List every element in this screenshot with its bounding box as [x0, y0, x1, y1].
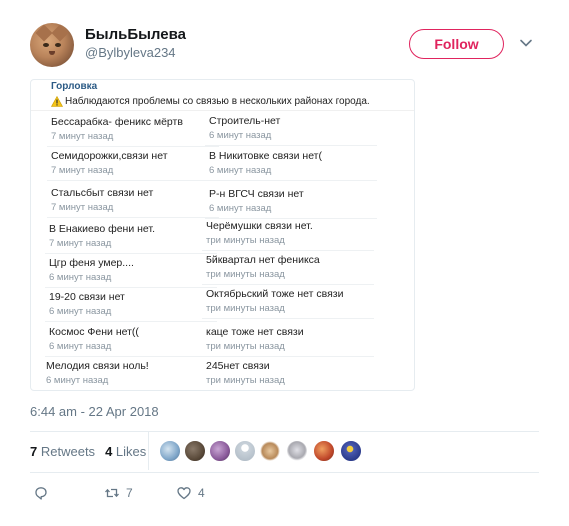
message-text: Стальсбыт связи нет [51, 187, 154, 199]
message-item: Цгр феня умер.... 6 минут назад [45, 257, 217, 288]
heart-icon [177, 487, 191, 500]
retweet-button[interactable]: 7 [104, 485, 133, 501]
likes-stat[interactable]: 4 Likes [105, 444, 146, 459]
message-item: 245нет связи три минуты назад [206, 360, 374, 386]
message-item: Стальсбыт связи нет 7 минут назад [47, 187, 219, 218]
message-text: В Никитовке связи нет( [209, 150, 322, 162]
user-handle[interactable]: @Bylbyleva234 [85, 45, 176, 60]
retweets-count: 7 [30, 444, 38, 459]
message-time: три минуты назад [206, 303, 285, 314]
liker-avatar[interactable] [340, 440, 362, 462]
message-item: 5йквартал нет феникса три минуты назад [202, 254, 374, 285]
message-time: три минуты назад [206, 375, 285, 386]
message-time: 7 минут назад [51, 202, 114, 213]
message-text: В Енакиево фени нет. [49, 223, 155, 235]
divider [30, 472, 539, 473]
message-time: 7 минут назад [51, 165, 114, 176]
message-item: Бессарабка- феникс мёртв 7 минут назад [47, 116, 219, 147]
message-time: 6 минут назад [209, 203, 272, 214]
tweet-image[interactable]: Горловка Наблюдаются проблемы со связью … [30, 79, 415, 391]
image-header: Горловка [51, 81, 98, 92]
warning-text: Наблюдаются проблемы со связью в несколь… [65, 96, 370, 107]
message-text: Космос Фени нет(( [49, 326, 139, 338]
message-item: Р-н ВГСЧ связи нет 6 минут назад [205, 188, 377, 219]
message-item: В Енакиево фени нет. 7 минут назад [45, 223, 217, 254]
retweet-icon [105, 488, 119, 498]
message-text: 245нет связи [206, 360, 270, 372]
message-time: 6 минут назад [46, 375, 109, 386]
reply-icon [35, 487, 47, 500]
chevron-down-icon[interactable] [519, 36, 533, 50]
message-text: 19-20 связи нет [49, 291, 125, 303]
liker-avatar[interactable] [209, 440, 231, 462]
message-text: Р-н ВГСЧ связи нет [209, 188, 304, 200]
message-text: Бессарабка- феникс мёртв [51, 116, 183, 128]
message-text: 5йквартал нет феникса [206, 254, 320, 266]
likes-label: Likes [115, 444, 147, 459]
message-item: Строитель-нет 6 минут назад [205, 115, 377, 146]
retweet-count: 7 [126, 486, 133, 500]
liker-avatar[interactable] [286, 440, 308, 462]
message-time: 6 минут назад [49, 341, 112, 352]
liker-avatar[interactable] [259, 440, 281, 462]
message-text: каце тоже нет связи [206, 326, 304, 338]
retweets-stat[interactable]: 7 Retweets [30, 444, 95, 459]
like-button[interactable]: 4 [176, 485, 205, 501]
display-name[interactable]: БыльБылева [85, 26, 186, 43]
liker-avatar[interactable] [159, 440, 181, 462]
tweet-stats: 7 Retweets 4 Likes [30, 444, 146, 459]
follow-button[interactable]: Follow [409, 29, 504, 59]
like-count: 4 [198, 486, 205, 500]
message-item: Космос Фени нет(( 6 минут назад [45, 326, 217, 357]
message-text: Октябрьский тоже нет связи [206, 288, 344, 300]
message-time: 6 минут назад [49, 306, 112, 317]
message-time: три минуты назад [206, 269, 285, 280]
message-text: Цгр феня умер.... [49, 257, 134, 269]
message-time: 6 минут назад [209, 165, 272, 176]
message-item: В Никитовке связи нет( 6 минут назад [205, 150, 377, 181]
avatar[interactable] [30, 23, 74, 67]
message-item: Мелодия связи ноль! 6 минут назад [46, 360, 214, 386]
tweet-timestamp[interactable]: 6:44 am - 22 Apr 2018 [30, 404, 159, 419]
image-warning: Наблюдаются проблемы со связью в несколь… [51, 96, 370, 107]
message-text: Мелодия связи ноль! [46, 360, 149, 372]
liker-avatar[interactable] [184, 440, 206, 462]
retweets-label: Retweets [40, 444, 96, 459]
message-text: Строитель-нет [209, 115, 281, 127]
message-time: три минуты назад [206, 235, 285, 246]
likes-count: 4 [105, 444, 113, 459]
reply-button[interactable] [33, 485, 49, 501]
liker-avatar[interactable] [313, 440, 335, 462]
message-item: 19-20 связи нет 6 минут назад [45, 291, 217, 322]
message-item: Черёмушки связи нет. три минуты назад [202, 220, 374, 251]
divider [148, 432, 149, 470]
message-time: 7 минут назад [51, 131, 114, 142]
message-item: Октябрьский тоже нет связи три минуты на… [202, 288, 374, 319]
message-text: Черёмушки связи нет. [206, 220, 313, 232]
message-text: Семидорожки,связи нет [51, 150, 168, 162]
warning-icon [51, 96, 63, 107]
message-item: Семидорожки,связи нет 7 минут назад [47, 150, 219, 181]
message-time: 6 минут назад [209, 130, 272, 141]
message-time: 6 минут назад [49, 272, 112, 283]
message-time: 7 минут назад [49, 238, 112, 249]
divider [30, 431, 539, 432]
liker-avatar[interactable] [234, 440, 256, 462]
message-item: каце тоже нет связи три минуты назад [202, 326, 374, 357]
divider [31, 110, 414, 111]
message-time: три минуты назад [206, 341, 285, 352]
